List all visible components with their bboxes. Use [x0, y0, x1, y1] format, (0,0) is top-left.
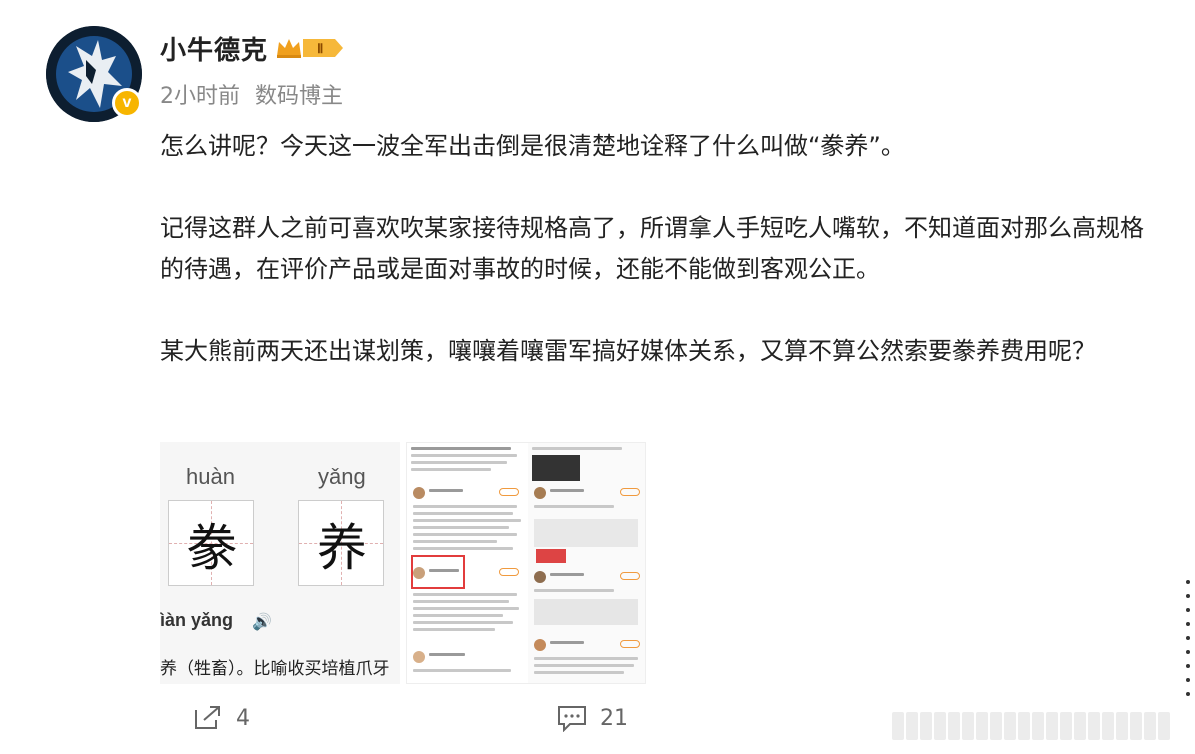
char-yang: 养 [317, 519, 367, 577]
comment-button[interactable]: 21 [556, 704, 628, 732]
post-paragraph: 某大熊前两天还出谋划策，嚷嚷着嚷雷军搞好媒体关系，又算不算公然索要豢养费用呢？ [160, 337, 1096, 365]
pinyin-huan: huàn [186, 464, 235, 489]
user-tag: 数码博主 [255, 84, 344, 109]
post-paragraph: 怎么讲呢？今天这一波全军出击倒是很清楚地诠释了什么叫做“豢养”。 [160, 132, 905, 160]
pinyin-line: ìàn yǎng [160, 610, 234, 630]
screenshot-left [407, 443, 525, 683]
post-meta: 2小时前 数码博主 [160, 78, 351, 110]
share-button[interactable]: 4 [192, 704, 250, 732]
comment-count: 21 [600, 705, 628, 731]
comment-icon [558, 706, 586, 732]
crown-icon[interactable]: Ⅱ [275, 36, 347, 60]
definition-text: 养（牲畜）。比喻收买培植爪牙 [160, 659, 390, 679]
screenshot-right [528, 443, 645, 683]
pinyin-yang: yǎng [318, 464, 366, 489]
char-box-1: 豢 [168, 500, 254, 586]
username[interactable]: 小牛德克 [160, 30, 268, 67]
post-body: 怎么讲呢？今天这一波全军出击倒是很清楚地诠释了什么叫做“豢养”。 记得这群人之前… [160, 126, 1160, 372]
verified-badge: v [112, 88, 142, 118]
post-time: 2小时前 [160, 84, 240, 109]
post-paragraph: 记得这群人之前可喜欢吹某家接待规格高了，所谓拿人手短吃人嘴软，不知道面对那么高规… [160, 214, 1144, 283]
like-button-area[interactable] [892, 712, 1182, 742]
share-count: 4 [236, 705, 250, 731]
side-scroll-indicator [1186, 580, 1192, 706]
post-image-screenshots[interactable] [406, 442, 646, 684]
char-box-2: 养 [298, 500, 384, 586]
char-huan: 豢 [187, 519, 237, 577]
speaker-icon[interactable]: 🔊 [252, 612, 272, 631]
share-icon [195, 706, 220, 729]
level-badge-text: Ⅱ [317, 41, 323, 56]
post-image-dictionary[interactable]: huàn yǎng 豢 养 ìàn yǎng 🔊 养（牲畜）。比喻收买培植爪牙 [160, 442, 400, 684]
